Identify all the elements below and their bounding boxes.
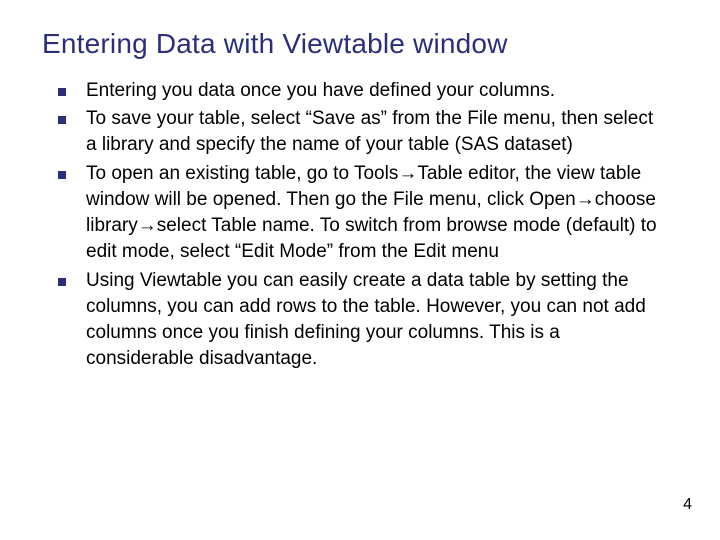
bullet-square-icon: [58, 278, 66, 286]
list-item: Using Viewtable you can easily create a …: [58, 268, 668, 373]
list-item: To save your table, select “Save as” fro…: [58, 106, 668, 158]
slide-title: Entering Data with Viewtable window: [42, 28, 680, 60]
page-number: 4: [683, 496, 692, 514]
bullet-square-icon: [58, 116, 66, 124]
list-item: Entering you data once you have defined …: [58, 78, 668, 104]
bullet-text: Entering you data once you have defined …: [86, 80, 555, 101]
bullet-text: Using Viewtable you can easily create a …: [86, 270, 646, 370]
bullet-square-icon: [58, 88, 66, 96]
list-item: To open an existing table, go to Tools→T…: [58, 161, 668, 266]
slide: Entering Data with Viewtable window Ente…: [0, 0, 720, 540]
bullet-square-icon: [58, 171, 66, 179]
bullet-list: Entering you data once you have defined …: [40, 78, 680, 372]
bullet-text: To open an existing table, go to Tools→T…: [86, 163, 657, 263]
bullet-text: To save your table, select “Save as” fro…: [86, 108, 653, 155]
